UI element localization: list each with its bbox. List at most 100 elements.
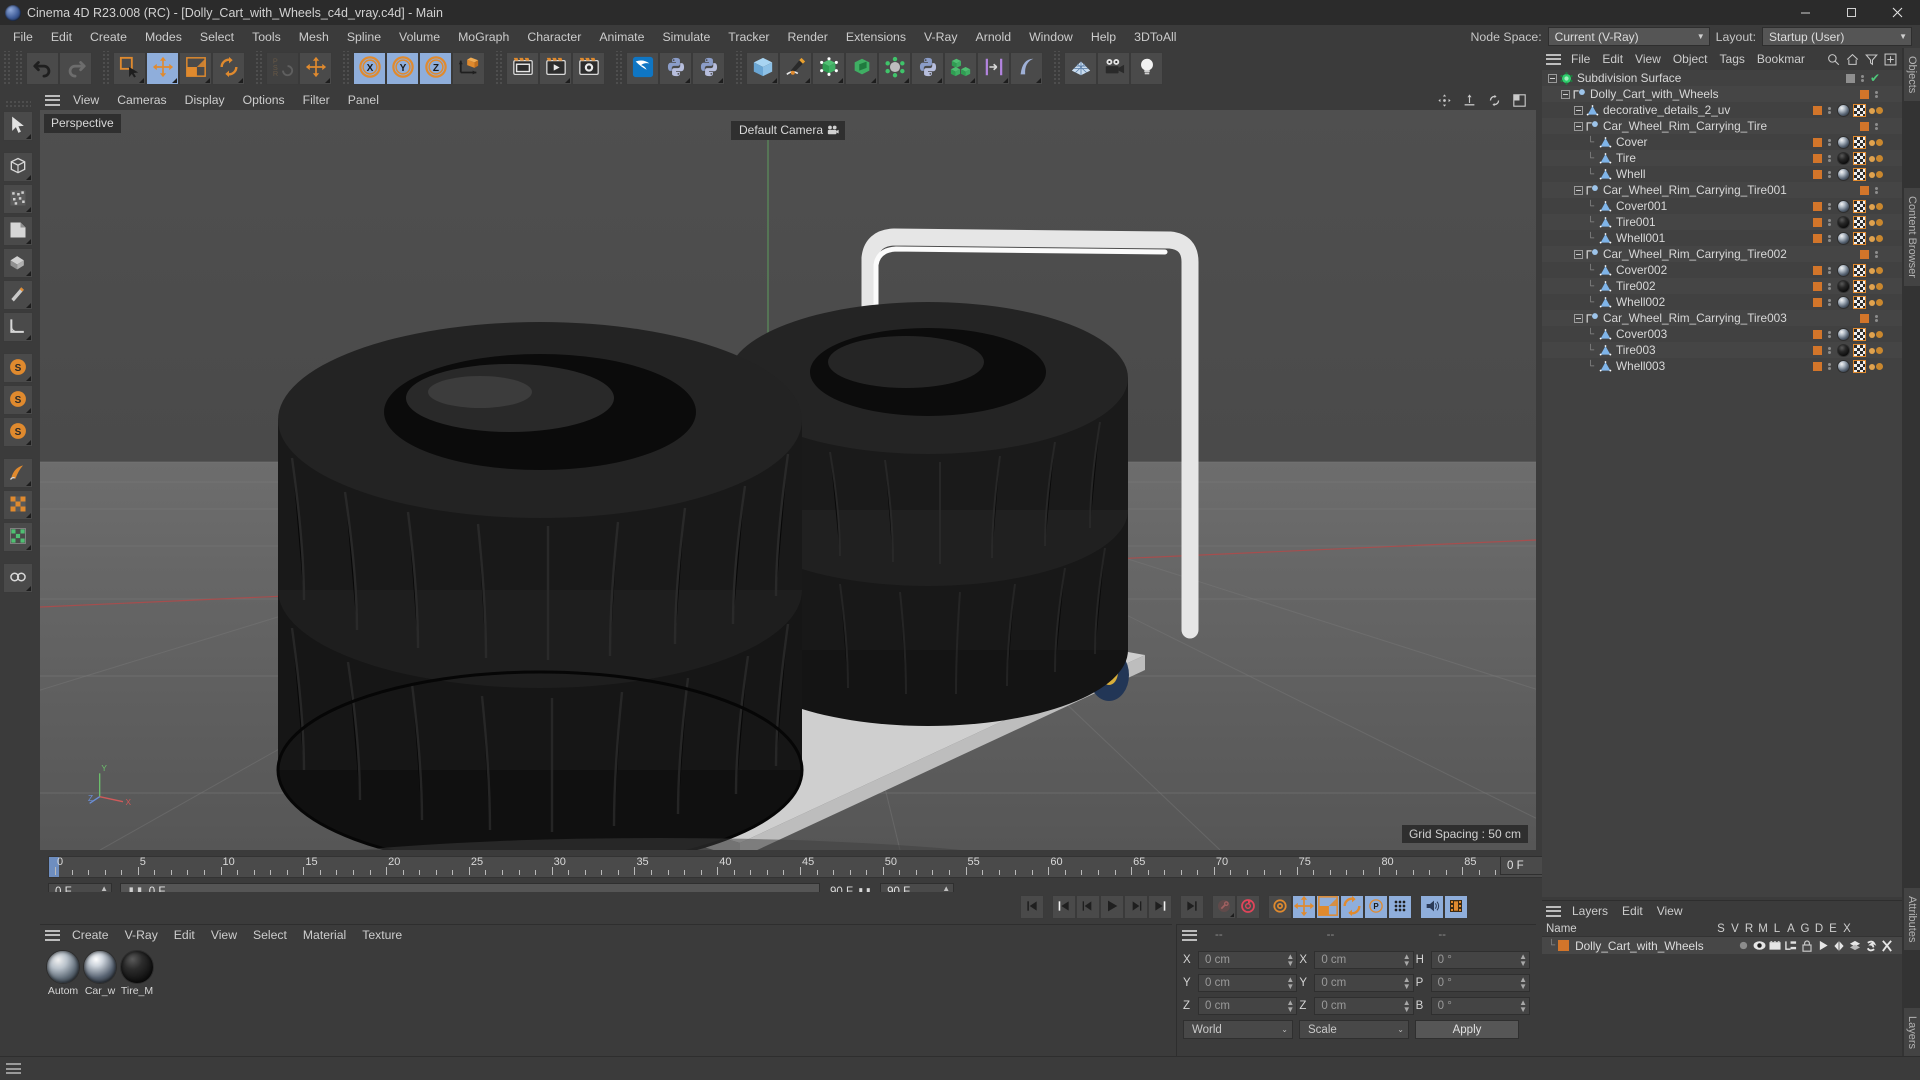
viewport-layout-icon[interactable] [1513, 93, 1526, 107]
coordinates-menu-icon[interactable] [1182, 929, 1197, 941]
material-tag[interactable] [1837, 295, 1850, 309]
uv-tag[interactable] [1853, 167, 1866, 181]
viewport-menu-panel[interactable]: Panel [339, 91, 388, 109]
menu-mograph[interactable]: MoGraph [449, 27, 518, 47]
coord-size-input[interactable]: 0 cm ▲ ▼ [1314, 950, 1414, 969]
material-menu-view[interactable]: View [203, 926, 245, 944]
expression-icon[interactable] [1864, 940, 1878, 952]
coord-rotation-input[interactable]: 0 ° ▲ ▼ [1430, 973, 1530, 992]
object-row[interactable]: Car_Wheel_Rim_Carrying_Tire003 [1542, 310, 1902, 326]
go-to-start-button[interactable] [1020, 895, 1044, 919]
toolbar-group-handle[interactable] [101, 51, 110, 85]
object-row[interactable]: └ Tire [1542, 150, 1902, 166]
viewport-menu-display[interactable]: Display [176, 91, 234, 109]
menu-character[interactable]: Character [518, 27, 590, 47]
vray-button[interactable] [626, 51, 659, 85]
object-tree-toggle[interactable] [1544, 105, 1586, 115]
menu-file[interactable]: File [4, 27, 42, 47]
render-view-button[interactable] [506, 51, 539, 85]
spinner-icon[interactable]: ▲▼ [1403, 998, 1411, 1013]
add-field-button[interactable] [977, 51, 1010, 85]
layer-color-swatch[interactable] [1813, 169, 1822, 179]
visibility-dots[interactable] [1827, 170, 1832, 178]
workplane-button[interactable]: S [3, 417, 33, 447]
coord-position-input[interactable]: 0 cm ▲ ▼ [1198, 996, 1298, 1015]
object-row[interactable]: Car_Wheel_Rim_Carrying_Tire002 [1542, 246, 1902, 262]
spinner-icon[interactable]: ▲▼ [1519, 975, 1527, 990]
uv-tag[interactable] [1853, 327, 1866, 341]
visibility-dots[interactable] [1874, 122, 1879, 130]
psr-lock-button[interactable]: PSR [266, 51, 299, 85]
phong-tag[interactable] [1869, 346, 1884, 354]
phong-tag[interactable] [1869, 218, 1884, 226]
uv-tag[interactable] [1853, 231, 1866, 245]
visibility-dots[interactable] [1827, 202, 1832, 210]
rotation-key-button[interactable] [1340, 895, 1364, 919]
viewport-3d[interactable]: Perspective Default Camera Y X Z Grid Sp… [40, 110, 1536, 850]
object-row[interactable]: └ Cover [1542, 134, 1902, 150]
material-tag[interactable] [1837, 263, 1850, 277]
pan-viewport-icon[interactable] [1438, 93, 1451, 107]
menu-create[interactable]: Create [81, 27, 136, 47]
object-menu-tags[interactable]: Tags [1714, 50, 1751, 68]
layer-color-swatch[interactable] [1813, 233, 1822, 243]
phong-tag[interactable] [1869, 106, 1884, 114]
menu-tracker[interactable]: Tracker [719, 27, 778, 47]
material-tag[interactable] [1837, 343, 1850, 357]
object-row[interactable]: └ Whell002 [1542, 294, 1902, 310]
layer-color-swatch[interactable] [1813, 361, 1822, 371]
coord-position-input[interactable]: 0 cm ▲ ▼ [1198, 973, 1298, 992]
home-icon[interactable] [1846, 53, 1859, 66]
layer-color-swatch[interactable] [1860, 185, 1869, 195]
object-row[interactable]: Car_Wheel_Rim_Carrying_Tire001 [1542, 182, 1902, 198]
visibility-dots[interactable] [1874, 314, 1879, 322]
layers-menu-layers[interactable]: Layers [1565, 902, 1615, 920]
material-menu-create[interactable]: Create [64, 926, 117, 944]
toolbar-group-handle[interactable] [494, 51, 503, 85]
z-axis-button[interactable]: Z [419, 51, 452, 85]
bevel-button[interactable] [3, 216, 33, 246]
world-coordinate-button[interactable] [452, 51, 485, 85]
layers-menu-icon[interactable] [1546, 905, 1561, 917]
material-tag[interactable] [1837, 327, 1850, 341]
spinner-icon[interactable]: ▲▼ [1403, 975, 1411, 990]
coord-rotation-input[interactable]: 0 ° ▲ ▼ [1430, 950, 1530, 969]
lock-icon[interactable] [1800, 939, 1814, 952]
object-tree-toggle[interactable]: └ [1544, 361, 1599, 372]
visibility-dots[interactable] [1827, 218, 1832, 226]
parameter-key-button[interactable]: P [1364, 895, 1388, 919]
object-tree-toggle[interactable] [1544, 249, 1586, 259]
cube-primitive-button[interactable] [3, 152, 33, 182]
xref-icon[interactable] [1880, 939, 1894, 952]
object-tree-toggle[interactable]: └ [1544, 233, 1599, 244]
visibility-dots[interactable] [1827, 346, 1832, 354]
move-tool-button[interactable] [146, 51, 179, 85]
keyframe-selection-button[interactable] [1268, 895, 1292, 919]
rotate-viewport-icon[interactable] [1488, 94, 1501, 107]
spinner-icon[interactable]: ▲▼ [1519, 952, 1527, 967]
transform-mode-select[interactable]: Scale ⌄ [1299, 1020, 1409, 1039]
spinner-icon[interactable]: ▲▼ [1403, 952, 1411, 967]
quantize-button[interactable]: S [3, 385, 33, 415]
material-item[interactable]: Autom [46, 950, 80, 1055]
layer-color-swatch[interactable] [1813, 137, 1822, 147]
coord-size-input[interactable]: 0 cm ▲ ▼ [1314, 973, 1414, 992]
x-axis-button[interactable]: X [353, 51, 386, 85]
menu-spline[interactable]: Spline [338, 27, 390, 47]
menu-extensions[interactable]: Extensions [837, 27, 915, 47]
object-menu-object[interactable]: Object [1667, 50, 1714, 68]
sound-button[interactable] [1420, 895, 1444, 919]
visibility-dots[interactable] [1827, 154, 1832, 162]
scale-tool-button[interactable] [179, 51, 212, 85]
solo-icon[interactable] [1736, 940, 1750, 952]
generator-icon[interactable] [1832, 940, 1846, 952]
object-menu-view[interactable]: View [1629, 50, 1667, 68]
close-button[interactable] [1874, 0, 1920, 25]
node-space-dropdown[interactable]: Current (V-Ray) ▼ [1547, 27, 1710, 46]
visibility-dots[interactable] [1827, 330, 1832, 338]
visibility-dots[interactable] [1827, 266, 1832, 274]
menu-v-ray[interactable]: V-Ray [915, 27, 967, 47]
add-icon[interactable] [1884, 53, 1897, 66]
coord-position-input[interactable]: 0 cm ▲ ▼ [1198, 950, 1298, 969]
visibility-dots[interactable] [1860, 74, 1865, 82]
